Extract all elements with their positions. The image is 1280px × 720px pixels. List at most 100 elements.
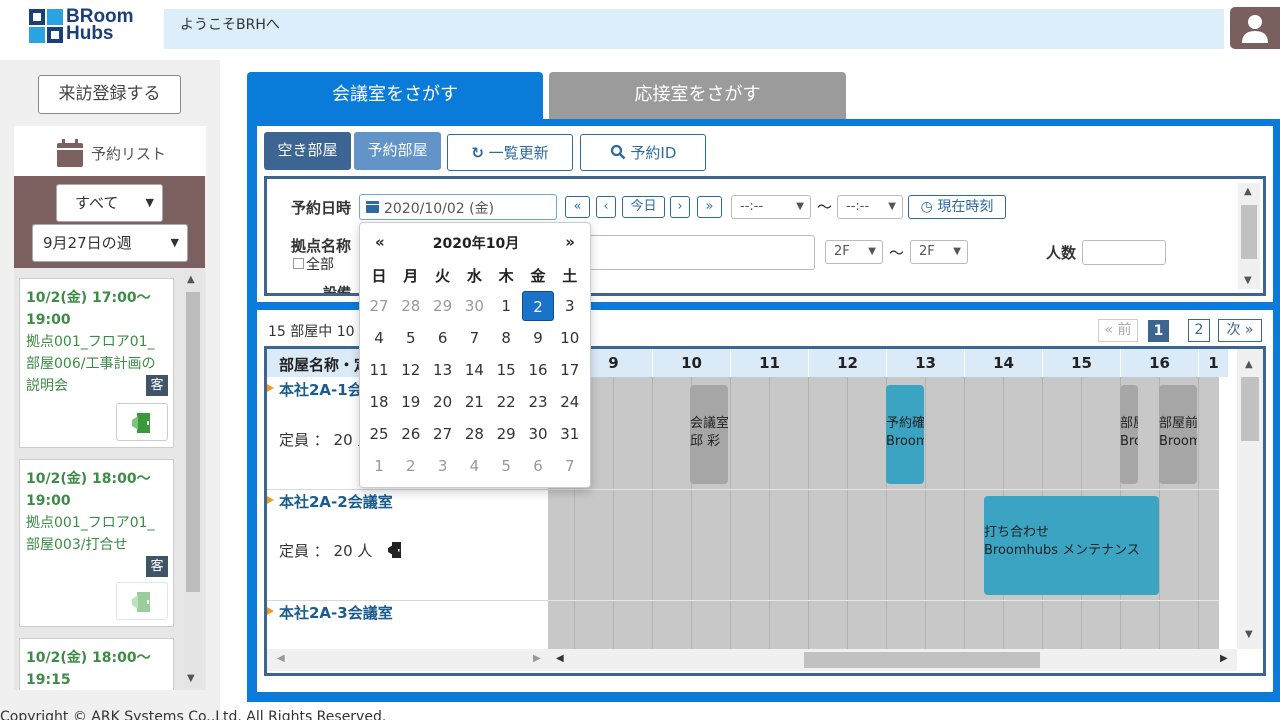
today-button[interactable]: 今日: [622, 196, 665, 218]
scroll-left-icon[interactable]: ◀: [556, 653, 564, 664]
calendar-day[interactable]: 1: [490, 291, 522, 321]
room-column-hscrollbar[interactable]: ◀ ▶: [267, 649, 548, 671]
calendar-day[interactable]: 1: [363, 451, 395, 481]
checkin-button[interactable]: [116, 582, 168, 620]
all-checkbox[interactable]: 全部: [293, 254, 334, 274]
prev-week-button[interactable]: «: [565, 196, 590, 218]
week-filter-select[interactable]: 9月27日の週 ▼: [32, 224, 188, 262]
calendar-day[interactable]: 23: [522, 387, 554, 417]
reservation-block[interactable]: 打ち合わせ Broomhubs メンテナンス: [984, 496, 1159, 595]
reservation-block[interactable]: 予約確 Broom: [886, 385, 924, 484]
date-input[interactable]: 2020/10/02 (金): [359, 194, 557, 220]
calendar-day[interactable]: 10: [554, 323, 586, 353]
calendar-day[interactable]: 11: [363, 355, 395, 385]
tab-meeting-room[interactable]: 会議室をさがす: [247, 72, 543, 120]
calendar-day[interactable]: 12: [395, 355, 427, 385]
calendar-day[interactable]: 18: [363, 387, 395, 417]
reservation-block[interactable]: 会議室 邱 彩: [690, 385, 728, 484]
calendar-day[interactable]: 17: [554, 355, 586, 385]
calendar-day[interactable]: 21: [458, 387, 490, 417]
scroll-up-icon[interactable]: ▲: [1245, 359, 1253, 370]
calendar-day[interactable]: 29: [490, 419, 522, 449]
floor-to-select[interactable]: 2F ▼: [910, 240, 968, 264]
scroll-left-icon[interactable]: ◀: [277, 653, 285, 664]
reservation-list-scrollbar[interactable]: ▲ ▼: [184, 270, 202, 688]
scroll-right-icon[interactable]: ▶: [533, 653, 541, 664]
calendar-day[interactable]: 28: [395, 291, 427, 321]
time-from-select[interactable]: --:-- ▼: [731, 195, 811, 219]
calendar-day[interactable]: 27: [363, 291, 395, 321]
reservation-block[interactable]: 部屋 Bro: [1120, 385, 1138, 484]
calendar-day[interactable]: 6: [522, 451, 554, 481]
base-name-input[interactable]: [589, 235, 815, 270]
calendar-day[interactable]: 30: [522, 419, 554, 449]
calendar-day[interactable]: 7: [458, 323, 490, 353]
room-name-link[interactable]: 本社2A-2会議室: [279, 491, 393, 512]
scrollbar-thumb[interactable]: [186, 292, 200, 592]
refresh-list-button[interactable]: ↻ 一覧更新: [447, 134, 573, 171]
reservation-card[interactable]: 10/2(金) 18:00～19:15: [19, 638, 174, 690]
calendar-day[interactable]: 8: [490, 323, 522, 353]
calendar-day[interactable]: 3: [427, 451, 459, 481]
empty-rooms-button[interactable]: 空き部屋: [264, 132, 351, 170]
scroll-down-icon[interactable]: ▼: [1245, 629, 1253, 640]
calendar-day[interactable]: 3: [554, 291, 586, 321]
current-time-button[interactable]: ◷ 現在時刻: [908, 195, 1006, 219]
calendar-day[interactable]: 20: [427, 387, 459, 417]
calendar-day[interactable]: 22: [490, 387, 522, 417]
category-filter-select[interactable]: すべて ▼: [56, 184, 163, 222]
scrollbar-thumb[interactable]: [1241, 205, 1257, 259]
floor-from-select[interactable]: 2F ▼: [825, 240, 883, 264]
reservation-id-button[interactable]: 予約ID: [580, 134, 706, 171]
calendar-day[interactable]: 29: [427, 291, 459, 321]
pager-page-1[interactable]: 1: [1148, 320, 1169, 342]
calendar-day[interactable]: 6: [427, 323, 459, 353]
calendar-day[interactable]: 14: [458, 355, 490, 385]
room-name-link[interactable]: 本社2A-1会: [279, 379, 363, 400]
calendar-day[interactable]: 5: [395, 323, 427, 353]
calendar-day[interactable]: 9: [522, 323, 554, 353]
calendar-day[interactable]: 13: [427, 355, 459, 385]
calendar-day[interactable]: 15: [490, 355, 522, 385]
calendar-day[interactable]: 2: [395, 451, 427, 481]
scroll-down-icon[interactable]: ▼: [1244, 275, 1252, 286]
timeline-hscrollbar[interactable]: ◀ ▶: [548, 649, 1237, 671]
calendar-day[interactable]: 31: [554, 419, 586, 449]
visit-register-button[interactable]: 来訪登録する: [38, 75, 181, 114]
booked-rooms-button[interactable]: 予約部屋: [354, 132, 441, 170]
calendar-day[interactable]: 26: [395, 419, 427, 449]
next-week-button[interactable]: »: [697, 196, 722, 218]
scroll-up-icon[interactable]: ▲: [187, 274, 195, 285]
calendar-day[interactable]: 24: [554, 387, 586, 417]
reservation-block[interactable]: 部屋前 Broom: [1159, 385, 1197, 484]
room-name-link[interactable]: 本社2A-3会議室: [279, 602, 393, 623]
calendar-day[interactable]: 5: [490, 451, 522, 481]
prev-day-button[interactable]: ‹: [596, 196, 616, 218]
tab-reception-room[interactable]: 応接室をさがす: [549, 72, 846, 120]
search-form-scrollbar[interactable]: ▲ ▼: [1238, 183, 1260, 289]
checkbox-box[interactable]: [293, 258, 304, 269]
scroll-up-icon[interactable]: ▲: [1244, 186, 1252, 197]
calendar-day[interactable]: 7: [554, 451, 586, 481]
next-day-button[interactable]: ›: [670, 196, 690, 218]
time-to-select[interactable]: --:-- ▼: [837, 195, 903, 219]
pager-next-button[interactable]: 次 »: [1218, 319, 1262, 342]
scrollbar-thumb[interactable]: [1241, 377, 1259, 441]
pager-page-2[interactable]: 2: [1188, 319, 1210, 342]
calendar-day[interactable]: 2: [522, 291, 554, 321]
calendar-day[interactable]: 4: [458, 451, 490, 481]
people-count-input[interactable]: [1082, 240, 1166, 265]
reservation-card[interactable]: 10/2(金) 17:00～19:00 拠点001_フロア01_部屋006/工事…: [19, 278, 174, 448]
checkin-button[interactable]: [116, 403, 168, 441]
user-menu-button[interactable]: [1230, 7, 1280, 49]
calendar-day[interactable]: 25: [363, 419, 395, 449]
reservation-card[interactable]: 10/2(金) 18:00～19:00 拠点001_フロア01_部屋003/打合…: [19, 459, 174, 627]
calendar-day[interactable]: 19: [395, 387, 427, 417]
calendar-day[interactable]: 30: [458, 291, 490, 321]
calendar-day[interactable]: 4: [363, 323, 395, 353]
scroll-down-icon[interactable]: ▼: [187, 673, 195, 684]
scroll-right-icon[interactable]: ▶: [1220, 653, 1228, 664]
datepicker-next-month[interactable]: »: [565, 233, 575, 251]
calendar-day[interactable]: 16: [522, 355, 554, 385]
grid-vertical-scrollbar[interactable]: ▲ ▼: [1237, 349, 1263, 649]
